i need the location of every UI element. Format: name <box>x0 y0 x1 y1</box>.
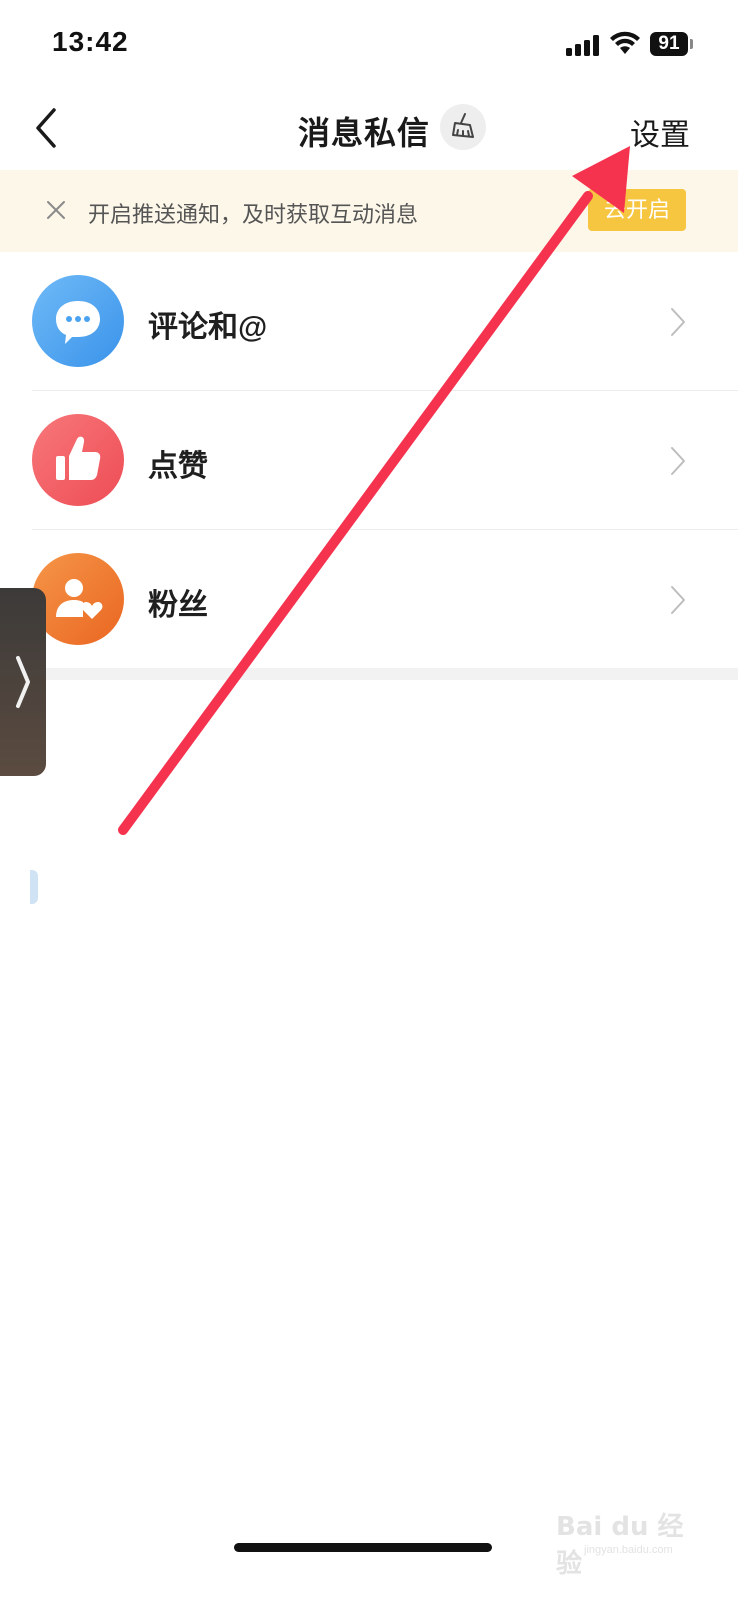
home-indicator[interactable] <box>234 1543 492 1552</box>
chevron-right-icon <box>671 447 685 475</box>
clear-unread-button[interactable] <box>440 104 486 150</box>
battery-icon: 91 <box>650 32 688 56</box>
signal-icon <box>566 34 602 56</box>
chevron-right-icon <box>671 586 685 614</box>
settings-button[interactable]: 设置 <box>630 110 690 154</box>
banner-text: 开启推送通知，及时获取互动消息 <box>88 202 419 227</box>
list-item-comments-mentions[interactable]: 评论和@ <box>0 252 738 391</box>
chat-bubble-icon <box>32 275 124 367</box>
wifi-icon <box>610 31 640 54</box>
list-item-fans[interactable]: 粉丝 <box>0 530 738 669</box>
status-time: 13:42 <box>52 26 129 57</box>
battery-cap <box>690 39 693 49</box>
status-bar: 13:42 91 <box>0 0 738 90</box>
nav-bar: 消息私信 设置 <box>0 90 738 170</box>
close-icon[interactable] <box>44 198 68 222</box>
push-notification-banner: 开启推送通知，及时获取互动消息 去开启 <box>0 170 738 252</box>
list-item-label: 评论和@ <box>148 311 268 344</box>
chevron-right-icon <box>671 308 685 336</box>
baidu-watermark-logo: Bai du 经验 jingyan.baidu.com <box>556 1500 696 1579</box>
back-icon[interactable] <box>30 106 70 150</box>
list-item-label: 点赞 <box>148 450 208 483</box>
section-gap <box>0 668 738 680</box>
page-title: 消息私信 <box>298 115 431 151</box>
broom-icon <box>452 113 474 138</box>
thumbs-up-icon <box>32 414 124 506</box>
list-item-likes[interactable]: 点赞 <box>0 391 738 530</box>
chevron-right-icon <box>16 656 30 708</box>
watermark-main: Bai du 经验 <box>556 1512 684 1579</box>
enable-push-button[interactable]: 去开启 <box>588 189 686 231</box>
side-indicator <box>30 870 38 904</box>
watermark-sub: jingyan.baidu.com <box>584 1544 673 1556</box>
floating-side-tab[interactable] <box>0 588 46 776</box>
message-category-list: 评论和@ 点赞 粉丝 <box>0 252 738 669</box>
list-item-label: 粉丝 <box>148 589 208 622</box>
